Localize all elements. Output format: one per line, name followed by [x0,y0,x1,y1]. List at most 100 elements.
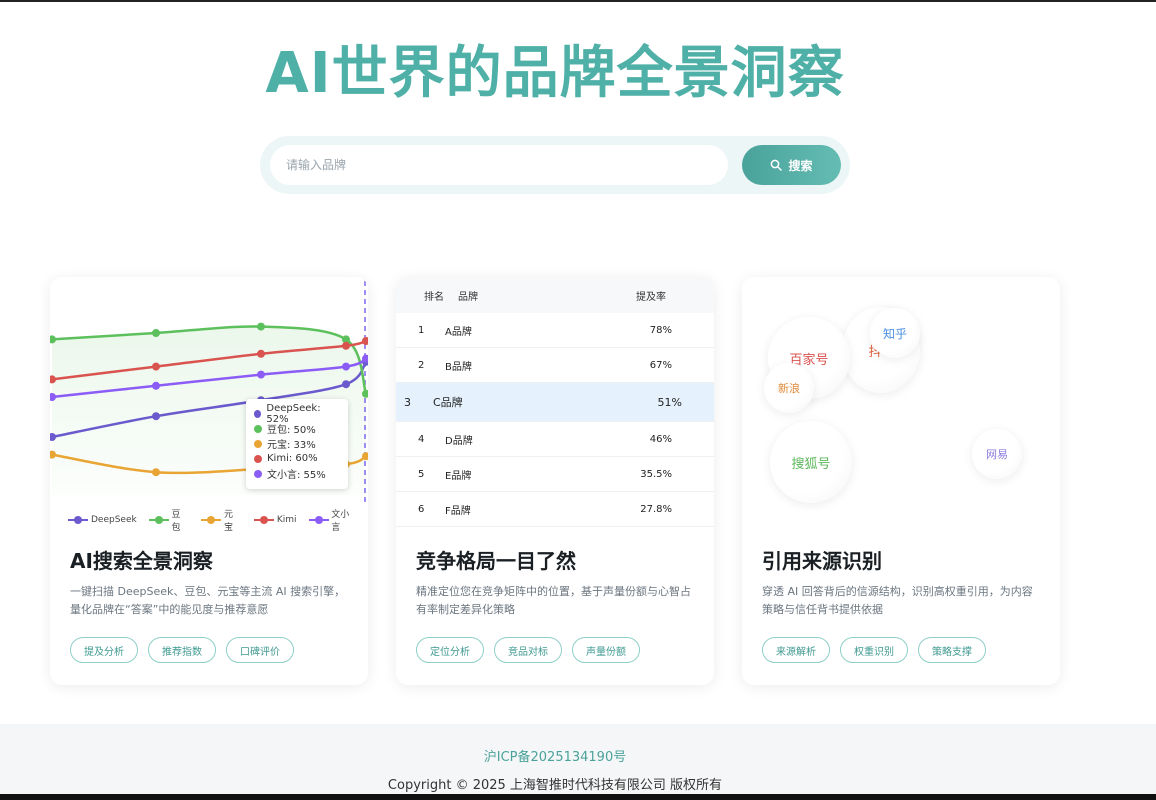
tooltip-text: Kimi: 60% [267,453,318,464]
table-row[interactable]: 5 E品牌 35.5% [396,457,714,492]
card-ai-search: DeepSeek: 52% 豆包: 50% 元宝: 33% Kimi: 60% 文小言:… [50,277,368,685]
search-button[interactable]: 搜索 [742,145,841,185]
tooltip-row: Kimi: 60% [254,451,340,466]
search-icon [771,159,783,171]
table-row[interactable]: 6 F品牌 27.8% [396,492,714,527]
series-point-wenxiaoyan[interactable] [152,381,160,390]
chart-tooltip: DeepSeek: 52% 豆包: 50% 元宝: 33% Kimi: 60% 文小言:… [246,399,348,489]
row-rate: 27.8% [640,503,672,515]
tag-positioning[interactable]: 定位分析 [416,637,484,663]
row-rank: 5 [418,468,425,480]
legend-swatch [148,516,169,524]
row-brand: E品牌 [445,470,472,482]
search-input[interactable] [270,145,728,185]
tag-strategy-support[interactable]: 策略支撑 [918,637,986,663]
row-rank: 3 [404,395,411,409]
table-row[interactable]: 4 D品牌 46% [396,422,714,457]
row-brand: B品牌 [445,361,472,373]
legend-swatch-dot [154,516,163,524]
tooltip-dot [254,439,262,448]
legend-item-kimi[interactable]: Kimi [253,515,297,525]
tooltip-row: 元宝: 33% [254,436,340,451]
header-rate: 提及率 [636,291,666,303]
row-brand: D品牌 [445,435,473,447]
tag-mention-analysis[interactable]: 提及分析 [70,637,138,663]
card-tags: 来源解析 权重识别 策略支撑 [762,637,986,663]
tag-weight-identification[interactable]: 权重识别 [840,637,908,663]
bubble-sina: 新浪 [764,363,814,413]
series-point-wenxiaoyan[interactable] [342,362,350,371]
bottom-border [0,794,1156,800]
table-row[interactable]: 2 B品牌 67% [396,348,714,383]
card-description: 穿透 AI 回答背后的信源结构，识别高权重引用，为内容策略与信任背书提供依据 [762,585,1033,616]
series-point-kimi[interactable] [257,349,265,358]
row-rate: 51% [657,395,682,409]
row-rank: 6 [418,503,425,515]
legend-label: 豆包 [171,510,181,533]
series-point-kimi[interactable] [152,362,160,371]
row-brand: F品牌 [445,505,471,517]
tag-voice-share[interactable]: 声量份额 [572,637,640,663]
legend-swatch-dot [74,516,82,524]
tag-source-analysis[interactable]: 来源解析 [762,637,830,663]
legend-swatch-dot [259,516,268,524]
legend-label: 元宝 [224,510,234,533]
tag-competitor-benchmark[interactable]: 竞品对标 [494,637,562,663]
top-border [0,0,1156,2]
series-point-kimi[interactable] [362,337,368,345]
row-brand: C品牌 [433,396,463,409]
tooltip-row: 文小言: 55% [254,466,340,481]
tooltip-dot [254,424,262,433]
legend-label: 文小言 [331,510,350,533]
legend-swatch-dot [314,516,323,524]
table-row-highlighted[interactable]: 3 C品牌 51% [396,383,714,422]
series-point-doubao[interactable] [257,322,265,331]
series-point-kimi[interactable] [342,341,350,350]
legend-item-wenxiaoyan[interactable]: 文小言 [308,507,358,533]
row-rank: 2 [418,359,425,371]
card-tags: 定位分析 竞品对标 声量份额 [416,637,640,663]
legend-swatch [201,516,222,524]
trend-chart: DeepSeek: 52% 豆包: 50% 元宝: 33% Kimi: 60% 文小言:… [50,277,368,533]
footer: 沪ICP备2025134190号 Copyright © 2025 上海智推时代… [0,724,1156,794]
legend-swatch [308,516,329,524]
bubble-sohu: 搜狐号 [770,421,852,503]
icp-link[interactable]: 沪ICP备2025134190号 [0,746,1110,765]
table-row[interactable]: 1 A品牌 78% [396,313,714,348]
series-point-deepseek[interactable] [342,380,350,389]
row-rank: 1 [418,324,425,336]
card-source-identification: 抖 百家号 知乎 新浪 搜狐号 网易 引用来源识别 穿透 AI 回答背后的信源结… [742,277,1060,685]
legend-swatch [253,516,274,524]
bubble-label: 搜狐号 [791,456,831,472]
card-title: AI搜索全景洞察 [70,549,213,573]
tooltip-text: 文小言: 55% [267,470,326,481]
tooltip-text: 元宝: 33% [267,440,316,451]
series-point-yuanbao[interactable] [152,468,160,477]
legend-label: DeepSeek [91,515,137,525]
bubble-label: 新浪 [778,382,800,395]
card-title: 引用来源识别 [762,549,882,573]
table-header: 排名 品牌 提及率 [396,277,714,313]
tag-recommend-index[interactable]: 推荐指数 [148,637,216,663]
bubble-zhihu: 知乎 [870,308,920,358]
legend-item-deepseek[interactable]: DeepSeek [68,515,137,525]
source-bubbles: 抖 百家号 知乎 新浪 搜狐号 网易 [742,277,1060,527]
series-point-wenxiaoyan[interactable] [257,370,265,379]
row-rate: 67% [649,359,672,371]
legend-item-doubao[interactable]: 豆包 [148,507,190,533]
series-point-deepseek[interactable] [152,412,160,421]
card-description: 一键扫描 DeepSeek、豆包、元宝等主流 AI 搜索引擎，量化品牌在“答案”… [70,585,346,616]
tooltip-dot [254,454,262,463]
header-rank: 排名 [424,291,444,303]
tooltip-dot [254,469,262,478]
header-brand: 品牌 [458,291,478,303]
row-rank: 4 [418,433,425,445]
legend-item-yuanbao[interactable]: 元宝 [201,507,242,533]
chart-legend: DeepSeek 豆包 元宝 Kimi 文小言 [68,507,358,533]
page-title: AI世界的品牌全景洞察 [265,41,845,106]
legend-swatch-dot [207,516,216,524]
tag-reputation[interactable]: 口碑评价 [226,637,294,663]
series-point-doubao[interactable] [152,329,160,337]
legend-label: Kimi [276,515,297,525]
copyright: Copyright © 2025 上海智推时代科技有限公司 版权所有 [387,778,723,793]
